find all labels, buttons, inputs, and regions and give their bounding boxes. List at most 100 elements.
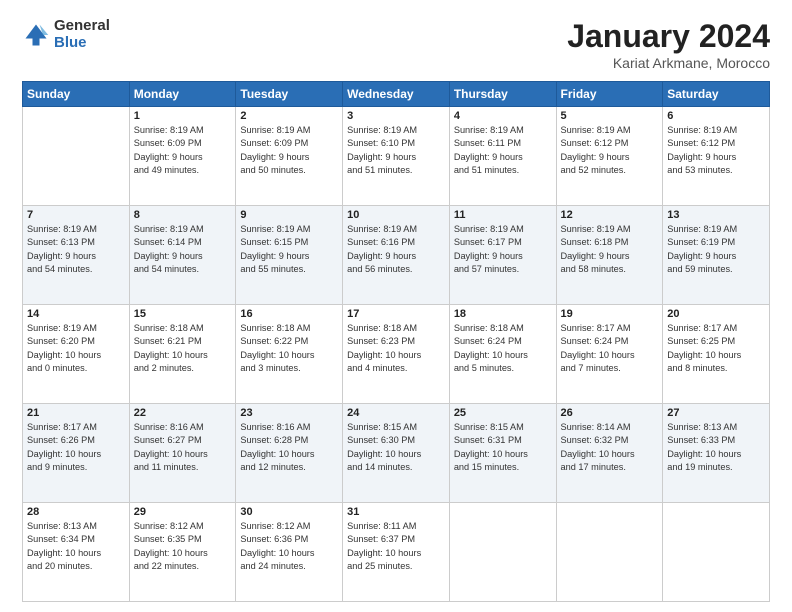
calendar-cell: 25 Sunrise: 8:15 AMSunset: 6:31 PMDayligh…: [449, 404, 556, 503]
calendar-cell: 7 Sunrise: 8:19 AMSunset: 6:13 PMDaylight…: [23, 206, 130, 305]
logo-text: General Blue: [54, 18, 110, 51]
calendar-cell: [663, 503, 770, 602]
day-number: 21: [27, 407, 125, 419]
calendar-cell: [23, 107, 130, 206]
header-sunday: Sunday: [23, 82, 130, 107]
day-number: 3: [347, 110, 445, 122]
day-info: Sunrise: 8:19 AMSunset: 6:18 PMDaylight:…: [561, 223, 659, 276]
day-info: Sunrise: 8:19 AMSunset: 6:11 PMDaylight:…: [454, 124, 552, 177]
calendar-cell: 26 Sunrise: 8:14 AMSunset: 6:32 PMDayligh…: [556, 404, 663, 503]
day-info: Sunrise: 8:18 AMSunset: 6:23 PMDaylight:…: [347, 322, 445, 375]
day-info: Sunrise: 8:19 AMSunset: 6:20 PMDaylight:…: [27, 322, 125, 375]
day-number: 14: [27, 308, 125, 320]
day-number: 30: [240, 506, 338, 518]
day-info: Sunrise: 8:19 AMSunset: 6:12 PMDaylight:…: [561, 124, 659, 177]
day-number: 12: [561, 209, 659, 221]
day-number: 22: [134, 407, 232, 419]
day-number: 17: [347, 308, 445, 320]
day-number: 18: [454, 308, 552, 320]
logo-icon: [22, 21, 50, 49]
day-number: 2: [240, 110, 338, 122]
day-info: Sunrise: 8:18 AMSunset: 6:21 PMDaylight:…: [134, 322, 232, 375]
calendar-cell: 19 Sunrise: 8:17 AMSunset: 6:24 PMDayligh…: [556, 305, 663, 404]
day-info: Sunrise: 8:16 AMSunset: 6:28 PMDaylight:…: [240, 421, 338, 474]
calendar-cell: 9Sunrise: 8:19 AMSunset: 6:15 PMDaylight…: [236, 206, 343, 305]
calendar-cell: 14 Sunrise: 8:19 AMSunset: 6:20 PMDayligh…: [23, 305, 130, 404]
calendar-cell: 18Sunrise: 8:18 AMSunset: 6:24 PMDayligh…: [449, 305, 556, 404]
calendar-cell: 24Sunrise: 8:15 AMSunset: 6:30 PMDayligh…: [343, 404, 450, 503]
day-number: 26: [561, 407, 659, 419]
calendar-row-4: 21 Sunrise: 8:17 AMSunset: 6:26 PMDayligh…: [23, 404, 770, 503]
header: General Blue January 2024 Kariat Arkmane…: [22, 18, 770, 71]
calendar-cell: 31Sunrise: 8:11 AMSunset: 6:37 PMDayligh…: [343, 503, 450, 602]
calendar-cell: 17 Sunrise: 8:18 AMSunset: 6:23 PMDayligh…: [343, 305, 450, 404]
title-location: Kariat Arkmane, Morocco: [567, 55, 770, 71]
calendar-cell: 27Sunrise: 8:13 AMSunset: 6:33 PMDayligh…: [663, 404, 770, 503]
day-info: Sunrise: 8:19 AMSunset: 6:13 PMDaylight:…: [27, 223, 125, 276]
calendar-cell: 15Sunrise: 8:18 AMSunset: 6:21 PMDayligh…: [129, 305, 236, 404]
title-block: January 2024 Kariat Arkmane, Morocco: [567, 18, 770, 71]
calendar-row-5: 28 Sunrise: 8:13 AMSunset: 6:34 PMDayligh…: [23, 503, 770, 602]
day-number: 28: [27, 506, 125, 518]
calendar-cell: 3 Sunrise: 8:19 AMSunset: 6:10 PMDaylight…: [343, 107, 450, 206]
day-info: Sunrise: 8:16 AMSunset: 6:27 PMDaylight:…: [134, 421, 232, 474]
day-number: 23: [240, 407, 338, 419]
calendar-row-3: 14 Sunrise: 8:19 AMSunset: 6:20 PMDayligh…: [23, 305, 770, 404]
calendar-cell: 10Sunrise: 8:19 AMSunset: 6:16 PMDayligh…: [343, 206, 450, 305]
calendar-cell: 22 Sunrise: 8:16 AMSunset: 6:27 PMDayligh…: [129, 404, 236, 503]
day-number: 24: [347, 407, 445, 419]
day-number: 25: [454, 407, 552, 419]
day-info: Sunrise: 8:19 AMSunset: 6:12 PMDaylight:…: [667, 124, 765, 177]
day-info: Sunrise: 8:19 AMSunset: 6:19 PMDaylight:…: [667, 223, 765, 276]
calendar-cell: [449, 503, 556, 602]
day-info: Sunrise: 8:14 AMSunset: 6:32 PMDaylight:…: [561, 421, 659, 474]
calendar-cell: 21 Sunrise: 8:17 AMSunset: 6:26 PMDayligh…: [23, 404, 130, 503]
calendar-table: Sunday Monday Tuesday Wednesday Thursday…: [22, 81, 770, 602]
day-info: Sunrise: 8:12 AMSunset: 6:35 PMDaylight:…: [134, 520, 232, 573]
day-number: 1: [134, 110, 232, 122]
day-number: 10: [347, 209, 445, 221]
calendar-cell: 12 Sunrise: 8:19 AMSunset: 6:18 PMDayligh…: [556, 206, 663, 305]
day-number: 19: [561, 308, 659, 320]
calendar-row-2: 7 Sunrise: 8:19 AMSunset: 6:13 PMDaylight…: [23, 206, 770, 305]
calendar-cell: 28 Sunrise: 8:13 AMSunset: 6:34 PMDayligh…: [23, 503, 130, 602]
day-info: Sunrise: 8:11 AMSunset: 6:37 PMDaylight:…: [347, 520, 445, 573]
day-info: Sunrise: 8:15 AMSunset: 6:31 PMDaylight:…: [454, 421, 552, 474]
day-number: 6: [667, 110, 765, 122]
logo-blue-text: Blue: [54, 35, 110, 52]
logo-general-text: General: [54, 18, 110, 35]
calendar-cell: 29Sunrise: 8:12 AMSunset: 6:35 PMDayligh…: [129, 503, 236, 602]
header-saturday: Saturday: [663, 82, 770, 107]
page: General Blue January 2024 Kariat Arkmane…: [0, 0, 792, 612]
calendar-cell: 30Sunrise: 8:12 AMSunset: 6:36 PMDayligh…: [236, 503, 343, 602]
day-number: 7: [27, 209, 125, 221]
day-number: 4: [454, 110, 552, 122]
calendar-cell: 8Sunrise: 8:19 AMSunset: 6:14 PMDaylight…: [129, 206, 236, 305]
day-info: Sunrise: 8:19 AMSunset: 6:17 PMDaylight:…: [454, 223, 552, 276]
calendar-cell: 4 Sunrise: 8:19 AMSunset: 6:11 PMDaylight…: [449, 107, 556, 206]
weekday-header-row: Sunday Monday Tuesday Wednesday Thursday…: [23, 82, 770, 107]
header-thursday: Thursday: [449, 82, 556, 107]
calendar-cell: 2 Sunrise: 8:19 AMSunset: 6:09 PMDaylight…: [236, 107, 343, 206]
calendar-cell: 13 Sunrise: 8:19 AMSunset: 6:19 PMDayligh…: [663, 206, 770, 305]
calendar-cell: 23 Sunrise: 8:16 AMSunset: 6:28 PMDayligh…: [236, 404, 343, 503]
calendar-cell: [556, 503, 663, 602]
day-info: Sunrise: 8:19 AMSunset: 6:10 PMDaylight:…: [347, 124, 445, 177]
header-friday: Friday: [556, 82, 663, 107]
day-info: Sunrise: 8:19 AMSunset: 6:09 PMDaylight:…: [240, 124, 338, 177]
calendar-cell: 11Sunrise: 8:19 AMSunset: 6:17 PMDayligh…: [449, 206, 556, 305]
calendar-cell: 16Sunrise: 8:18 AMSunset: 6:22 PMDayligh…: [236, 305, 343, 404]
day-info: Sunrise: 8:18 AMSunset: 6:22 PMDaylight:…: [240, 322, 338, 375]
day-info: Sunrise: 8:13 AMSunset: 6:34 PMDaylight:…: [27, 520, 125, 573]
header-tuesday: Tuesday: [236, 82, 343, 107]
day-number: 13: [667, 209, 765, 221]
title-month: January 2024: [567, 18, 770, 55]
calendar-cell: 1Sunrise: 8:19 AMSunset: 6:09 PMDaylight…: [129, 107, 236, 206]
day-number: 9: [240, 209, 338, 221]
day-info: Sunrise: 8:17 AMSunset: 6:26 PMDaylight:…: [27, 421, 125, 474]
logo: General Blue: [22, 18, 110, 51]
header-wednesday: Wednesday: [343, 82, 450, 107]
calendar-cell: 20Sunrise: 8:17 AMSunset: 6:25 PMDayligh…: [663, 305, 770, 404]
day-number: 27: [667, 407, 765, 419]
day-info: Sunrise: 8:17 AMSunset: 6:24 PMDaylight:…: [561, 322, 659, 375]
